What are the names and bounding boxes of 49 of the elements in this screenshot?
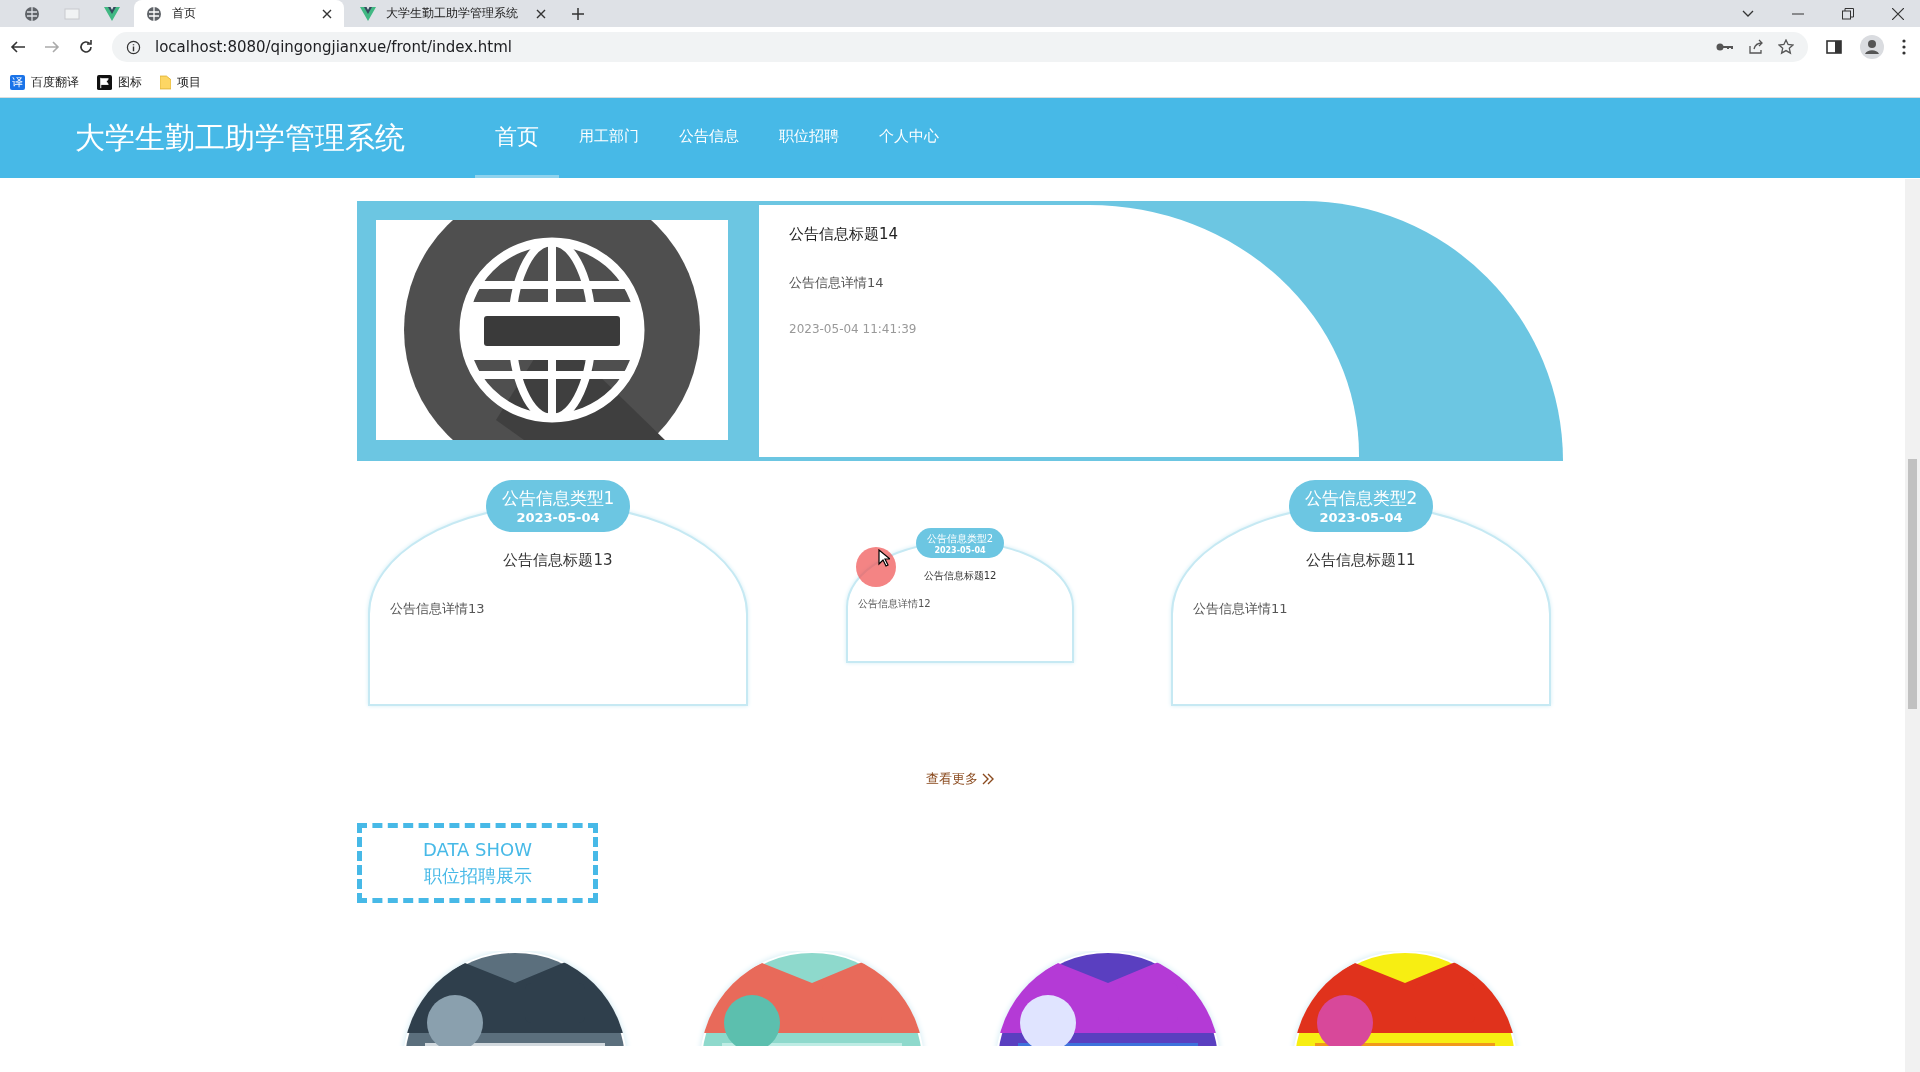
notice-title: 公告信息标题13 [502,551,614,570]
share-icon[interactable] [1748,39,1764,55]
notice-type-badge: 公告信息类型2 2023-05-04 [1289,480,1433,532]
minimize-icon[interactable] [1792,12,1804,15]
globe-icon [146,5,162,22]
notice-title[interactable]: 公告信息标题14 [789,225,1329,244]
notice-detail: 公告信息详情12 [858,597,932,611]
notice-detail: 公告信息详情14 [789,274,885,292]
double-chevron-icon [982,773,994,785]
flag-icon [97,74,112,90]
more-icon[interactable] [1902,39,1906,55]
notice-detail: 公告信息详情13 [390,600,486,618]
scrollbar[interactable] [1905,179,1920,1072]
click-indicator [856,547,896,587]
info-icon [126,39,141,55]
view-more-link[interactable]: 查看更多 [915,770,1005,788]
cursor-icon [878,549,890,567]
close-icon[interactable] [322,8,332,19]
browser-tab[interactable]: 大学生勤工助学管理系统 [348,0,558,27]
bookmark[interactable]: 译 百度翻译 [10,73,79,91]
side-panel-icon[interactable] [1826,39,1842,55]
restore-icon[interactable] [1842,7,1854,20]
back-icon[interactable] [10,39,26,55]
bookmark[interactable]: 项目 [160,73,201,91]
v-logo-icon [360,5,376,22]
section-subheading: 职位招聘展示 [423,863,532,888]
notice-title: 公告信息标题12 [923,569,997,583]
v-logo-icon[interactable] [104,5,120,22]
notice-type-badge: 公告信息类型2 2023-05-04 [916,528,1004,558]
key-icon[interactable] [1716,42,1734,52]
close-icon[interactable] [1892,7,1904,20]
address-bar[interactable]: localhost:8080/qingongjianxue/front/index.html [112,32,1808,62]
close-icon[interactable] [536,8,546,19]
add-icon[interactable] [572,7,584,20]
avatar-icon[interactable] [1860,35,1884,59]
site-title: 大学生勤工助学管理系统 [75,118,405,157]
browser-tab[interactable]: 首页 [134,0,344,27]
notice-type-badge: 公告信息类型1 2023-05-04 [486,480,630,532]
globe-icon[interactable] [24,5,40,22]
notice-detail: 公告信息详情11 [1193,600,1289,618]
notice-time: 2023-05-04 11:41:39 [789,322,918,336]
folder-icon [160,74,171,90]
notice-title: 公告信息标题11 [1305,551,1417,570]
translate-icon: 译 [10,74,25,90]
reload-icon[interactable] [78,39,94,55]
star-icon[interactable] [1778,39,1794,55]
section-heading: DATA SHOW [423,838,532,860]
chevron-down-icon[interactable] [1742,9,1754,18]
bookmark[interactable]: 图标 [97,73,142,91]
